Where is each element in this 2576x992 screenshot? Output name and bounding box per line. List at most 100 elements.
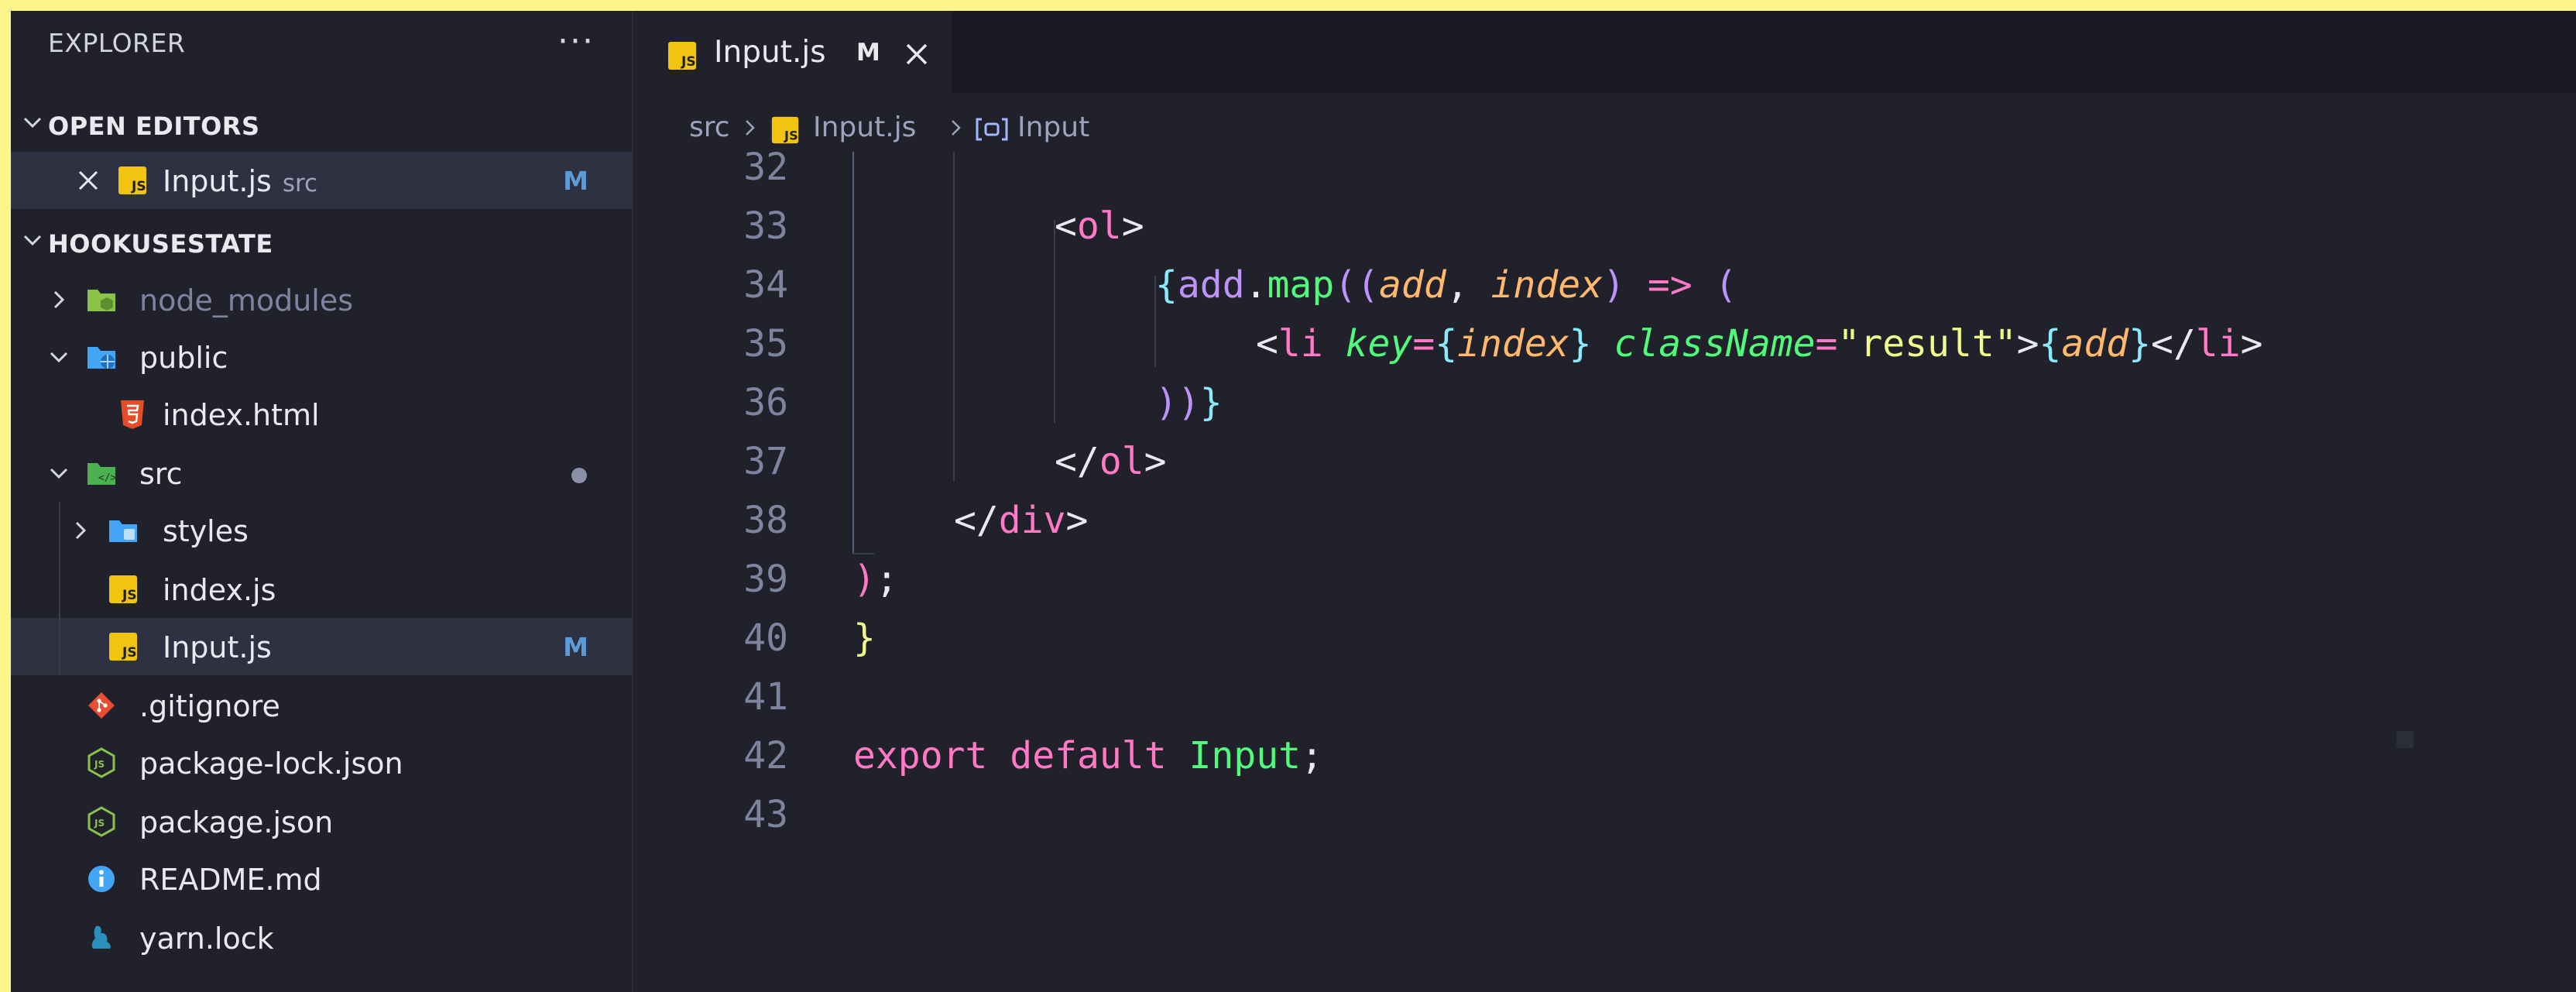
tree-item-input-js[interactable]: JS Input.js M	[11, 618, 632, 675]
tree-item-label: README.md	[139, 863, 322, 897]
js-file-icon: JS	[668, 42, 696, 70]
tree-item-readme-md[interactable]: README.md	[11, 850, 632, 908]
code-line-35: <li key={index} className="result">{add}…	[1256, 322, 2263, 366]
tree-item-src[interactable]: </> src	[11, 445, 632, 502]
project-folder-header[interactable]: HOOKUSESTATE	[11, 215, 632, 269]
svg-text:JS: JS	[784, 128, 798, 142]
open-editor-name: Input.js src	[163, 164, 318, 198]
svg-text:JS: JS	[94, 818, 105, 829]
editor-area: JS Input.js M src JS Input.js Input 32 3…	[633, 11, 2576, 992]
tree-item-index-js[interactable]: JS index.js	[11, 561, 632, 618]
line-number: 34	[743, 263, 788, 307]
nodejs-icon: JS	[87, 747, 115, 778]
chevron-down-icon	[23, 117, 42, 129]
close-icon[interactable]	[901, 36, 932, 72]
tree-item-label: node_modules	[139, 283, 354, 318]
open-editors-header[interactable]: OPEN EDITORS	[11, 98, 632, 152]
line-number: 35	[743, 322, 788, 366]
tree-item-yarn-lock[interactable]: yarn.lock	[11, 909, 632, 966]
explorer-title: EXPLORER	[48, 28, 186, 58]
modified-badge: M	[563, 166, 588, 196]
tree-item-index-html[interactable]: index.html	[11, 386, 632, 443]
breadcrumb-symbol[interactable]: Input	[1017, 112, 1089, 143]
js-file-icon: JS	[109, 575, 137, 603]
tree-item-public[interactable]: public	[11, 328, 632, 386]
tree-item-label: styles	[163, 514, 249, 548]
tree-item-label: src	[139, 457, 183, 491]
line-number: 33	[743, 204, 788, 248]
yarn-icon	[91, 925, 111, 949]
tab-label: Input.js	[714, 35, 826, 70]
svg-text:JS: JS	[122, 645, 137, 661]
chevron-right-icon	[952, 120, 961, 136]
code-line-37: </ol>	[1055, 440, 1167, 483]
code-line-33: <ol>	[1055, 204, 1144, 248]
js-file-icon: JS	[771, 116, 799, 144]
tree-item-label: index.js	[163, 573, 276, 607]
code-view[interactable]: 32 33 34 35 36 37 38 39 40 41 42 43 <ol>…	[633, 146, 2576, 992]
code-line-34: {add.map((add, index) => (	[1155, 263, 1737, 307]
tree-item-package-json[interactable]: JS package.json	[11, 793, 632, 850]
svg-text:JS: JS	[131, 179, 146, 194]
line-number: 37	[743, 440, 788, 483]
chevron-down-icon	[23, 235, 42, 246]
public-folder-icon	[87, 347, 115, 369]
chevron-down-icon	[50, 468, 68, 479]
tab-input-js[interactable]: JS Input.js M	[633, 11, 952, 95]
explorer-sidebar: EXPLORER ··· OPEN EDITORS JS Input.js src…	[11, 11, 633, 992]
line-number: 36	[743, 381, 788, 424]
js-file-icon: JS	[118, 166, 146, 194]
nodejs-icon: JS	[87, 806, 115, 837]
more-actions-icon[interactable]: ···	[557, 22, 595, 61]
indent-guide	[953, 152, 955, 482]
line-number: 42	[743, 734, 788, 777]
open-editor-item-input-js[interactable]: JS Input.js src M	[11, 152, 632, 209]
svg-text:JS: JS	[681, 54, 696, 70]
line-number: 41	[743, 675, 788, 719]
code-line-40: }	[853, 616, 876, 660]
explorer-title-bar: EXPLORER ···	[11, 11, 632, 76]
tree-indent-guide	[59, 502, 60, 675]
chevron-right-icon	[746, 120, 755, 136]
breadcrumb: src JS Input.js Input	[633, 93, 2576, 152]
indent-guide	[1054, 220, 1055, 423]
code-line-39: );	[853, 558, 898, 601]
tree-item-label: yarn.lock	[139, 922, 274, 956]
info-icon	[88, 866, 115, 892]
line-number: 40	[743, 616, 788, 660]
tree-item-styles[interactable]: styles	[11, 502, 632, 559]
tree-item-label: Input.js	[163, 630, 272, 664]
code-line-42: export default Input;	[853, 734, 1323, 777]
tab-bar: JS Input.js M	[633, 11, 2576, 95]
styles-folder-icon	[109, 520, 137, 542]
tree-item-label: .gitignore	[139, 689, 280, 723]
js-file-icon: JS	[109, 633, 137, 661]
svg-text:JS: JS	[94, 759, 105, 770]
tab-modified-badge: M	[856, 39, 880, 67]
git-icon	[88, 692, 115, 719]
chevron-down-icon	[50, 352, 68, 363]
tree-item-label: package.json	[139, 805, 334, 839]
vscode-window: EXPLORER ··· OPEN EDITORS JS Input.js src…	[11, 11, 2576, 992]
line-number: 39	[743, 558, 788, 601]
svg-text:JS: JS	[122, 588, 137, 603]
tree-item-package-lock-json[interactable]: JS package-lock.json	[11, 734, 632, 791]
line-number: 43	[743, 793, 788, 836]
close-icon[interactable]	[73, 163, 104, 197]
project-folder-label: HOOKUSESTATE	[48, 229, 273, 259]
breadcrumb-file[interactable]: Input.js	[813, 112, 916, 143]
breadcrumb-src[interactable]: src	[689, 112, 730, 143]
chevron-right-icon	[75, 521, 87, 540]
tree-item-gitignore[interactable]: .gitignore	[11, 677, 632, 734]
html-file-icon	[121, 400, 144, 429]
indent-guide	[852, 152, 854, 554]
tree-item-node-modules[interactable]: node_modules	[11, 271, 632, 328]
scrollbar-marker[interactable]	[2396, 731, 2413, 748]
symbol-variable-icon	[976, 118, 1008, 141]
svg-text:</>: </>	[98, 472, 117, 484]
node-folder-icon	[87, 290, 115, 311]
code-line-36: ))}	[1155, 381, 1223, 424]
tree-item-label: package-lock.json	[139, 747, 403, 781]
modified-badge: M	[563, 632, 588, 662]
src-folder-icon: </>	[87, 463, 117, 485]
